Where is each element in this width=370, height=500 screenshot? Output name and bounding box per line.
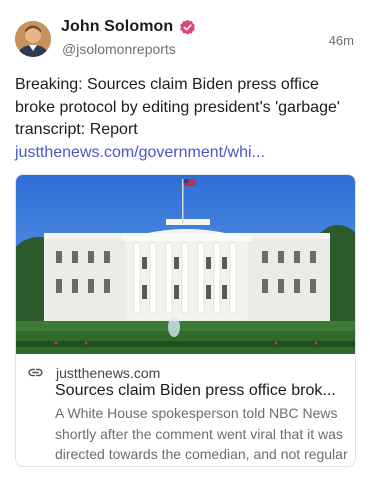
author-handle[interactable]: @jsolomonreports [62,41,176,57]
verified-badge-icon [180,19,196,35]
post[interactable]: John Solomon @jsolomonreports 46m Breaki… [0,0,370,500]
link-icon [28,368,43,377]
post-timestamp[interactable]: 46m [329,33,354,48]
link-domain-row: justthenews.com [27,364,160,381]
link-preview-card[interactable]: justthenews.com Sources claim Biden pres… [15,174,356,467]
post-text: Breaking: Sources claim Biden press offi… [15,74,360,164]
post-header: John Solomon @jsolomonreports 46m [15,17,355,61]
post-link[interactable]: justthenews.com/government/whi... [15,144,265,161]
link-description: A White House spokesperson told NBC News… [55,405,348,462]
author-row: John Solomon [61,18,196,36]
avatar[interactable] [15,21,51,57]
author-name[interactable]: John Solomon [61,18,173,36]
post-body-text: Breaking: Sources claim Biden press offi… [15,76,340,138]
link-domain: justthenews.com [56,364,161,381]
link-preview-body: justthenews.com Sources claim Biden pres… [16,354,355,466]
white-house-photo [16,175,355,354]
person-avatar-icon [15,21,51,57]
link-title: Sources claim Biden press office brok... [55,382,336,399]
